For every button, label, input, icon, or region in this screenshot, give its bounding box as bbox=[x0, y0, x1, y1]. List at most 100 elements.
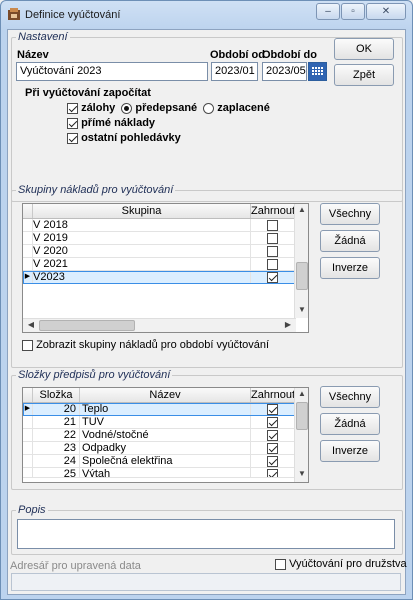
slozka-cell: 20 bbox=[33, 403, 80, 415]
zobrazit-skupiny-row: Zobrazit skupiny nákladů pro období vyúč… bbox=[22, 339, 269, 351]
adresar-input[interactable] bbox=[11, 573, 401, 591]
slozka-column-header[interactable]: Složka bbox=[33, 388, 80, 402]
zpet-button[interactable]: Zpět bbox=[334, 64, 394, 86]
scroll-up-icon[interactable]: ▲ bbox=[295, 389, 308, 398]
skupiny-vsechny-button[interactable]: Všechny bbox=[320, 203, 380, 225]
zalohy-label: zálohy bbox=[81, 102, 116, 114]
ostatni-pohledavky-row: ostatní pohledávky bbox=[67, 132, 181, 144]
calendar-button[interactable] bbox=[308, 62, 327, 81]
maximize-button[interactable]: ▫ bbox=[341, 3, 365, 20]
zalohy-row: zálohy předepsané zaplacené bbox=[67, 102, 270, 114]
row-pointer-icon: ▶ bbox=[23, 403, 33, 415]
vsechny-label: Všechny bbox=[328, 208, 372, 220]
dialog-client: Nastavení Název Vyúčtování 2023 Období o… bbox=[7, 29, 407, 595]
skupiny-horizontal-scrollbar[interactable]: ◀ ▶ bbox=[23, 318, 296, 332]
predepsane-radio[interactable] bbox=[121, 102, 133, 114]
zahrnout-checkbox[interactable] bbox=[267, 219, 278, 231]
zahrnout-checkbox[interactable] bbox=[267, 455, 278, 467]
scroll-left-icon[interactable]: ◀ bbox=[24, 320, 38, 329]
slozky-vsechny-button[interactable]: Všechny bbox=[320, 386, 380, 408]
slozky-zadna-button[interactable]: Žádná bbox=[320, 413, 380, 435]
nazev-cell: Teplo bbox=[80, 403, 251, 415]
skupina-cell: V 2018 bbox=[33, 219, 251, 231]
inverze-label: Inverze bbox=[331, 262, 369, 274]
slozky-inverze-button[interactable]: Inverze bbox=[320, 440, 380, 462]
slozky-legend: Složky předpisů pro vyúčtování bbox=[16, 369, 173, 381]
zalohy-checkbox[interactable] bbox=[67, 102, 78, 114]
slozky-vertical-scrollbar[interactable]: ▲ ▼ bbox=[294, 388, 308, 482]
nastaveni-legend: Nastavení bbox=[16, 31, 70, 43]
prime-naklady-row: přímé náklady bbox=[67, 117, 155, 129]
row-pointer-icon: ▶ bbox=[23, 271, 33, 283]
close-button[interactable]: ✕ bbox=[366, 3, 406, 20]
zaplacene-radio[interactable] bbox=[203, 102, 215, 114]
nazev-cell: TUV bbox=[80, 416, 251, 428]
maximize-icon: ▫ bbox=[351, 6, 355, 17]
slozka-cell: 23 bbox=[33, 442, 80, 454]
zobrazit-skupiny-checkbox[interactable] bbox=[22, 339, 33, 351]
table-row-selected[interactable]: ▶ 20 Teplo bbox=[23, 403, 308, 416]
zahrnout-checkbox[interactable] bbox=[267, 442, 278, 454]
scroll-thumb[interactable] bbox=[296, 262, 308, 290]
nazev-input[interactable]: Vyúčtování 2023 bbox=[16, 62, 208, 81]
table-row[interactable]: V 2020 bbox=[23, 245, 308, 258]
table-row[interactable]: 22 Vodné/stočné bbox=[23, 429, 308, 442]
scroll-right-icon[interactable]: ▶ bbox=[281, 320, 295, 329]
zahrnout-checkbox[interactable] bbox=[267, 258, 278, 270]
druzstvo-checkbox[interactable] bbox=[275, 558, 286, 570]
table-row[interactable]: V 2018 bbox=[23, 219, 308, 232]
zahrnout-column-header[interactable]: Zahrnout bbox=[251, 204, 295, 218]
adresar-label: Adresář pro upravená data bbox=[10, 560, 141, 572]
obdobi-do-input[interactable]: 2023/05 bbox=[262, 62, 307, 81]
ostatni-pohledavky-checkbox[interactable] bbox=[67, 132, 78, 144]
scroll-thumb[interactable] bbox=[39, 320, 135, 331]
main-window: Definice vyúčtování ‒ ▫ ✕ Nastavení Náze… bbox=[0, 0, 413, 600]
nazev-cell: Vodné/stočné bbox=[80, 429, 251, 441]
slozka-cell: 24 bbox=[33, 455, 80, 467]
zahrnout-checkbox[interactable] bbox=[267, 232, 278, 244]
ok-button[interactable]: OK bbox=[334, 38, 394, 60]
skupiny-vertical-scrollbar[interactable]: ▲ ▼ bbox=[294, 204, 308, 318]
slozky-grid[interactable]: Složka Název Zahrnout ▶ 20 Teplo 21 TUV … bbox=[22, 387, 309, 483]
skupiny-zadna-button[interactable]: Žádná bbox=[320, 230, 380, 252]
nazev-column-header[interactable]: Název bbox=[80, 388, 251, 402]
scroll-down-icon[interactable]: ▼ bbox=[295, 305, 308, 314]
popis-input[interactable] bbox=[17, 519, 395, 549]
table-row[interactable]: 25 Výtah bbox=[23, 468, 308, 478]
zahrnout-checkbox[interactable] bbox=[267, 245, 278, 257]
obdobi-od-input[interactable]: 2023/01 bbox=[211, 62, 258, 81]
scroll-thumb[interactable] bbox=[296, 402, 308, 430]
skupina-cell: V 2020 bbox=[33, 245, 251, 257]
table-row[interactable]: V 2021 bbox=[23, 258, 308, 271]
zahrnout-checkbox[interactable] bbox=[267, 403, 278, 415]
table-row-selected[interactable]: ▶ V2023 bbox=[23, 271, 308, 284]
minimize-button[interactable]: ‒ bbox=[316, 3, 340, 20]
table-row[interactable]: V 2019 bbox=[23, 232, 308, 245]
zadna-label: Žádná bbox=[334, 235, 366, 247]
ostatni-pohledavky-label: ostatní pohledávky bbox=[81, 132, 181, 144]
table-row[interactable]: 23 Odpadky bbox=[23, 442, 308, 455]
prime-naklady-checkbox[interactable] bbox=[67, 117, 78, 129]
table-row[interactable]: 24 Společná elektřina bbox=[23, 455, 308, 468]
zahrnout-checkbox[interactable] bbox=[267, 416, 278, 428]
ok-label: OK bbox=[356, 43, 372, 55]
slozky-grid-header: Složka Název Zahrnout bbox=[23, 388, 308, 403]
skupiny-inverze-button[interactable]: Inverze bbox=[320, 257, 380, 279]
title-bar[interactable]: Definice vyúčtování ‒ ▫ ✕ bbox=[1, 1, 412, 29]
scroll-up-icon[interactable]: ▲ bbox=[295, 205, 308, 214]
skupina-cell: V 2019 bbox=[33, 232, 251, 244]
calendar-icon bbox=[310, 64, 325, 79]
zahrnout-column-header[interactable]: Zahrnout bbox=[251, 388, 295, 402]
nazev-cell: Výtah bbox=[80, 468, 251, 477]
table-row[interactable]: 21 TUV bbox=[23, 416, 308, 429]
skupiny-grid[interactable]: Skupina Zahrnout V 2018 V 2019 V 2020 V … bbox=[22, 203, 309, 333]
obdobi-do-label: Období do bbox=[262, 49, 317, 61]
skupina-cell: V 2021 bbox=[33, 258, 251, 270]
slozka-cell: 21 bbox=[33, 416, 80, 428]
scroll-down-icon[interactable]: ▼ bbox=[295, 469, 308, 478]
skupiny-grid-header: Skupina Zahrnout bbox=[23, 204, 308, 219]
zahrnout-checkbox[interactable] bbox=[267, 271, 278, 283]
skupina-column-header[interactable]: Skupina bbox=[33, 204, 251, 218]
zahrnout-checkbox[interactable] bbox=[267, 468, 278, 477]
zahrnout-checkbox[interactable] bbox=[267, 429, 278, 441]
